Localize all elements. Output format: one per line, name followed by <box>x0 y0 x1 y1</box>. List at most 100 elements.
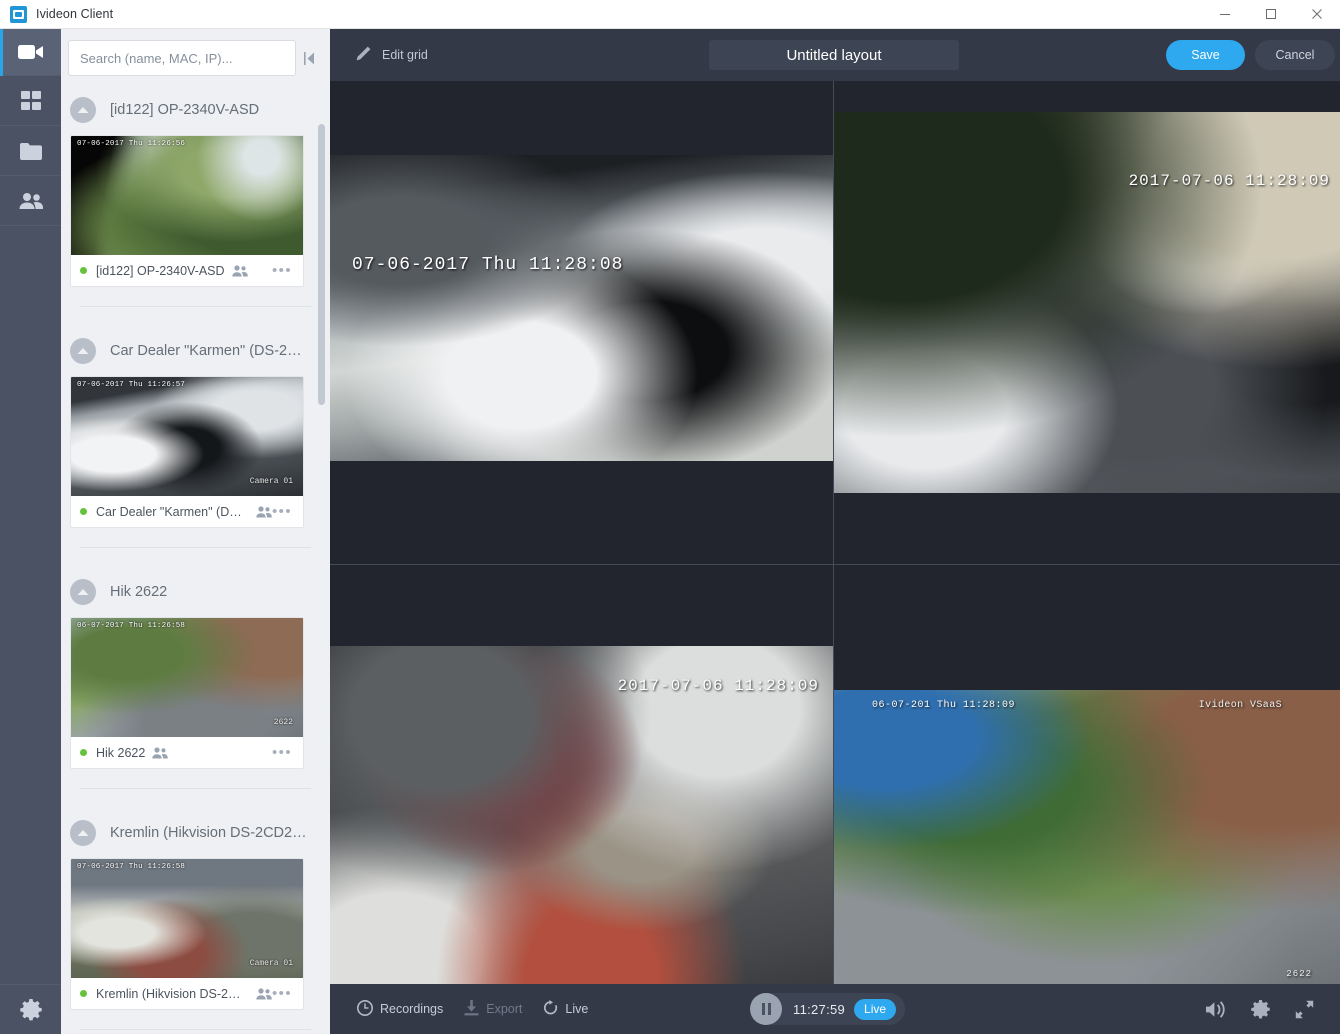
layout-name-field[interactable]: Untitled layout <box>709 40 959 70</box>
search-box[interactable] <box>68 40 296 76</box>
layout-toolbar: Edit grid Untitled layout Save Cancel <box>330 29 1340 81</box>
window-title: Ivideon Client <box>36 7 114 21</box>
sidebar-item-layouts[interactable] <box>0 76 61 126</box>
camera-card[interactable]: 06-07-2017 Thu 11:26:58 2622 Hik 2622 ••… <box>70 617 304 769</box>
window-titlebar: Ivideon Client <box>0 0 1340 29</box>
chevron-up-icon[interactable] <box>70 819 96 846</box>
minimize-icon[interactable] <box>1202 0 1248 29</box>
camera-name: Kremlin (Hikvision DS-2CD26... <box>96 986 249 1001</box>
folder-icon <box>19 142 42 160</box>
export-label: Export <box>486 1002 523 1016</box>
more-options-icon[interactable]: ••• <box>272 745 294 760</box>
export-button[interactable]: Export <box>457 999 523 1019</box>
sidebar-item-users[interactable] <box>0 176 61 226</box>
camera-thumbnail[interactable]: 07-06-2017 Thu 11:26:56 <box>71 136 303 255</box>
video-timestamp: 2017-07-06 11:28:09 <box>617 677 819 695</box>
camera-name: Car Dealer "Karmen" (DS-2C... <box>96 504 249 519</box>
video-camera-icon <box>17 43 44 61</box>
video-cell-bottom-left[interactable]: 2017-07-06 11:28:09 <box>330 565 833 984</box>
camera-group-header[interactable]: [id122] OP-2340V-ASD <box>61 84 330 135</box>
chevron-up-icon[interactable] <box>70 578 96 605</box>
camera-group-title: Kremlin (Hikvision DS-2CD26... <box>110 824 310 841</box>
gear-icon[interactable] <box>1238 999 1282 1019</box>
video-stream[interactable]: 06-07-201 Thu 11:28:09 Ivideon VSaaS 262… <box>834 690 1340 984</box>
camera-group-header[interactable]: Car Dealer "Karmen" (DS-2CD... <box>61 325 330 376</box>
status-badge <box>80 267 87 274</box>
thumbnail-overlay-label: Camera 01 <box>249 477 293 486</box>
camera-card-footer: Hik 2622 ••• <box>71 737 303 768</box>
share-users-icon[interactable] <box>231 264 248 277</box>
list-divider <box>80 1029 311 1030</box>
video-stream[interactable]: 2017-07-06 11:28:09 <box>330 646 833 984</box>
list-divider <box>80 788 311 789</box>
share-users-icon[interactable] <box>256 505 272 518</box>
chevron-up-icon[interactable] <box>70 96 96 123</box>
more-options-icon[interactable]: ••• <box>272 986 294 1001</box>
refresh-icon <box>543 999 558 1019</box>
search-row <box>68 40 323 76</box>
camera-list-scrollbar[interactable] <box>318 107 325 1027</box>
clock-icon <box>357 999 373 1019</box>
live-button[interactable]: Live <box>536 999 588 1019</box>
status-badge <box>80 990 87 997</box>
sidebar-item-cameras[interactable] <box>0 29 61 76</box>
camera-group-header[interactable]: Kremlin (Hikvision DS-2CD26... <box>61 807 330 858</box>
people-icon <box>19 192 43 210</box>
video-cell-top-left[interactable]: 07-06-2017 Thu 11:28:08 Camera 01 <box>330 81 833 564</box>
camera-thumbnail[interactable]: 07-06-2017 Thu 11:26:57 Camera 01 <box>71 377 303 496</box>
cancel-button[interactable]: Cancel <box>1255 40 1335 70</box>
window-controls <box>1202 0 1340 29</box>
camera-group: Car Dealer "Karmen" (DS-2CD... 07-06-201… <box>61 325 330 528</box>
sidebar-item-archive[interactable] <box>0 126 61 176</box>
video-cell-bottom-right[interactable]: 06-07-201 Thu 11:28:09 Ivideon VSaaS 262… <box>834 565 1340 984</box>
camera-list-scroll[interactable]: [id122] OP-2340V-ASD 07-06-2017 Thu 11:2… <box>61 84 330 1034</box>
camera-group-title: Hik 2622 <box>110 583 168 600</box>
video-grid: 07-06-2017 Thu 11:28:08 Camera 01 2017-0… <box>330 81 1340 984</box>
live-badge[interactable]: Live <box>854 998 897 1020</box>
fullscreen-icon[interactable] <box>1282 1000 1326 1019</box>
video-timestamp: 06-07-201 Thu 11:28:09 <box>872 700 1016 711</box>
camera-thumbnail[interactable]: 06-07-2017 Thu 11:26:58 2622 <box>71 618 303 737</box>
chevron-up-icon[interactable] <box>70 337 96 364</box>
video-stream[interactable]: 2017-07-06 11:28:09 <box>834 112 1340 493</box>
thumbnail-overlay-label: Camera 01 <box>249 959 293 968</box>
video-overlay-label: Ivideon VSaaS <box>1198 700 1282 711</box>
scrollbar-thumb[interactable] <box>318 124 325 405</box>
pause-icon[interactable] <box>750 993 782 1025</box>
camera-group-title: Car Dealer "Karmen" (DS-2CD... <box>110 342 310 359</box>
player-toolbar: Recordings Export Live 11:27:59 Live <box>330 984 1340 1034</box>
edit-grid-button[interactable]: Edit grid <box>344 46 428 65</box>
pencil-icon <box>355 46 371 65</box>
camera-thumbnail[interactable]: 07-06-2017 Thu 11:26:58 Camera 01 <box>71 859 303 978</box>
grid-divider-vertical[interactable] <box>833 81 834 984</box>
search-input[interactable] <box>80 50 284 66</box>
video-cell-top-right[interactable]: 2017-07-06 11:28:09 <box>834 81 1340 564</box>
share-users-icon[interactable] <box>152 746 169 759</box>
more-options-icon[interactable]: ••• <box>272 263 294 278</box>
video-stream[interactable]: 07-06-2017 Thu 11:28:08 Camera 01 <box>330 155 833 461</box>
collapse-panel-icon[interactable] <box>296 40 323 76</box>
camera-card[interactable]: 07-06-2017 Thu 11:26:56 [id122] OP-2340V… <box>70 135 304 287</box>
more-options-icon[interactable]: ••• <box>272 504 294 519</box>
list-divider <box>80 306 311 307</box>
thumbnail-timestamp: 07-06-2017 Thu 11:26:57 <box>77 381 186 389</box>
close-icon[interactable] <box>1294 0 1340 29</box>
thumbnail-timestamp: 07-06-2017 Thu 11:26:56 <box>77 140 186 148</box>
status-badge <box>80 749 87 756</box>
volume-icon[interactable] <box>1194 1000 1238 1018</box>
edit-grid-label: Edit grid <box>382 48 428 62</box>
grid-divider-horizontal[interactable] <box>330 564 1340 565</box>
recordings-button[interactable]: Recordings <box>350 999 443 1019</box>
camera-card[interactable]: 07-06-2017 Thu 11:26:58 Camera 01 Kremli… <box>70 858 304 1010</box>
camera-list-panel: [id122] OP-2340V-ASD 07-06-2017 Thu 11:2… <box>61 29 330 1034</box>
sidebar-item-settings[interactable] <box>0 984 61 1034</box>
ivideon-logo-icon <box>10 5 27 23</box>
video-timestamp: 2017-07-06 11:28:09 <box>1128 172 1330 190</box>
camera-card[interactable]: 07-06-2017 Thu 11:26:57 Camera 01 Car De… <box>70 376 304 528</box>
maximize-icon[interactable] <box>1248 0 1294 29</box>
main-area: Edit grid Untitled layout Save Cancel 07… <box>330 29 1340 1034</box>
share-users-icon[interactable] <box>256 987 272 1000</box>
download-icon <box>464 999 479 1019</box>
camera-group-header[interactable]: Hik 2622 <box>61 566 330 617</box>
save-button[interactable]: Save <box>1166 40 1245 70</box>
